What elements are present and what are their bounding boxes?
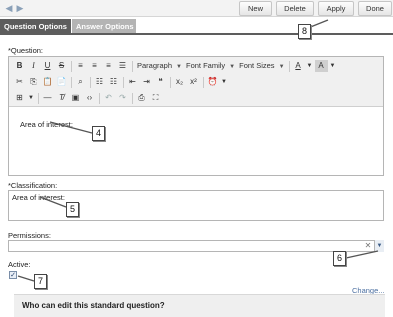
callout-leaders bbox=[17, 19, 379, 282]
callout-7-leader bbox=[17, 275, 35, 282]
callout-5-leader bbox=[39, 196, 67, 208]
callout-8: 8 bbox=[298, 24, 311, 39]
callout-4: 4 bbox=[92, 126, 105, 141]
callout-7: 7 bbox=[34, 274, 47, 289]
callout-5: 5 bbox=[66, 202, 79, 217]
callout-6: 6 bbox=[333, 251, 346, 266]
callout-6-leader bbox=[345, 250, 379, 259]
callout-4-leader bbox=[49, 121, 93, 134]
callout-8-leader bbox=[307, 19, 329, 29]
